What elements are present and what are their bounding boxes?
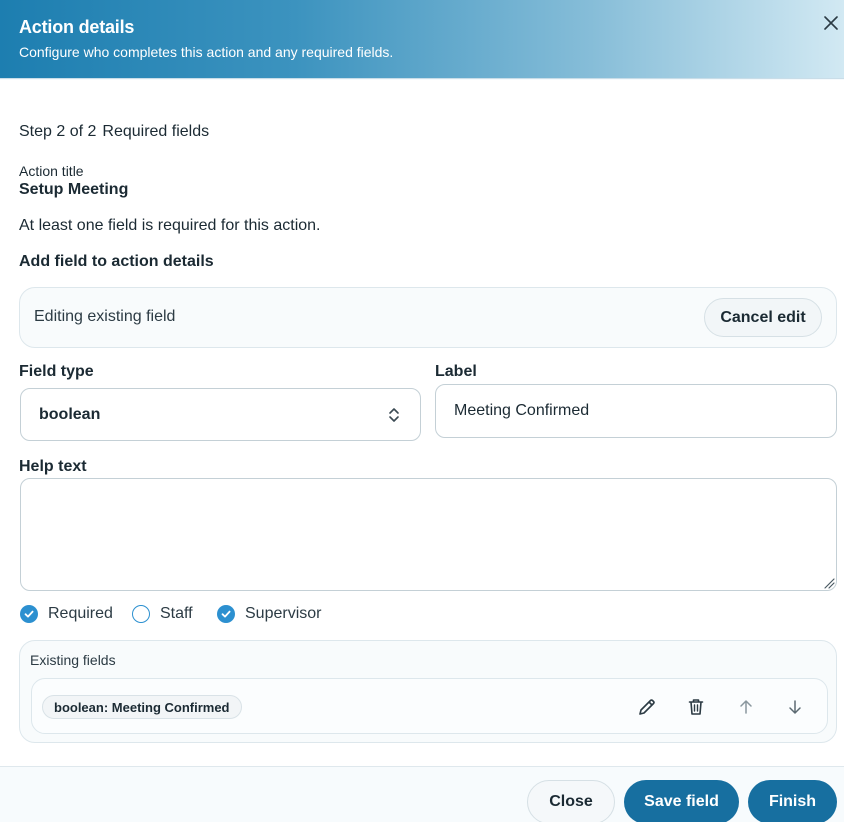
existing-fields-heading: Existing fields xyxy=(30,652,116,668)
chevron-up-down-icon xyxy=(389,408,399,422)
option-supervisor[interactable]: Supervisor xyxy=(217,605,321,623)
arrow-down-icon xyxy=(789,700,801,714)
unchecked-icon xyxy=(132,605,150,623)
action-details-dialog: Action details Configure who completes t… xyxy=(0,0,844,822)
label-input[interactable] xyxy=(435,384,837,438)
existing-fields-panel: Existing fields boolean: Meeting Confirm… xyxy=(19,640,837,743)
checked-icon xyxy=(217,605,235,623)
close-dialog-button[interactable] xyxy=(821,13,841,33)
finish-button[interactable]: Finish xyxy=(748,780,837,822)
add-field-heading: Add field to action details xyxy=(19,253,214,270)
dialog-subtitle: Configure who completes this action and … xyxy=(19,44,394,60)
field-chip: boolean: Meeting Confirmed xyxy=(42,695,242,719)
step-indicator: Step 2 of 2 Required fields xyxy=(19,123,209,141)
existing-field-row: boolean: Meeting Confirmed xyxy=(31,678,828,734)
save-field-button[interactable]: Save field xyxy=(624,780,739,822)
option-staff[interactable]: Staff xyxy=(132,605,193,623)
label-field-label: Label xyxy=(435,363,477,380)
option-required-label: Required xyxy=(48,605,113,622)
close-button[interactable]: Close xyxy=(527,780,615,822)
action-title-label: Action title xyxy=(19,163,84,179)
step-name: Required fields xyxy=(102,123,210,140)
option-staff-label: Staff xyxy=(160,605,193,622)
option-required[interactable]: Required xyxy=(20,605,113,623)
resize-handle-icon[interactable] xyxy=(823,577,835,589)
move-up-button[interactable] xyxy=(735,696,757,718)
editing-banner-text: Editing existing field xyxy=(34,308,176,325)
field-type-value: boolean xyxy=(39,406,101,423)
edit-field-button[interactable] xyxy=(636,696,658,718)
field-type-label: Field type xyxy=(19,363,94,380)
trash-icon xyxy=(688,699,704,715)
option-supervisor-label: Supervisor xyxy=(245,605,322,622)
close-icon xyxy=(824,16,838,30)
editing-banner: Editing existing field Cancel edit xyxy=(19,287,837,348)
arrow-up-icon xyxy=(740,700,752,714)
step-counter: Step 2 of 2 xyxy=(19,123,97,140)
field-type-select[interactable]: boolean xyxy=(20,388,421,441)
dialog-header: Action details Configure who completes t… xyxy=(0,0,844,79)
move-down-button[interactable] xyxy=(784,696,806,718)
checked-icon xyxy=(20,605,38,623)
help-text-input[interactable] xyxy=(20,478,837,591)
pencil-icon xyxy=(639,699,655,715)
help-text-label: Help text xyxy=(19,458,87,475)
action-title-value: Setup Meeting xyxy=(19,181,129,198)
dialog-title: Action details xyxy=(19,17,135,37)
required-notice: At least one field is required for this … xyxy=(19,217,321,234)
delete-field-button[interactable] xyxy=(685,696,707,718)
cancel-edit-button[interactable]: Cancel edit xyxy=(704,298,822,337)
